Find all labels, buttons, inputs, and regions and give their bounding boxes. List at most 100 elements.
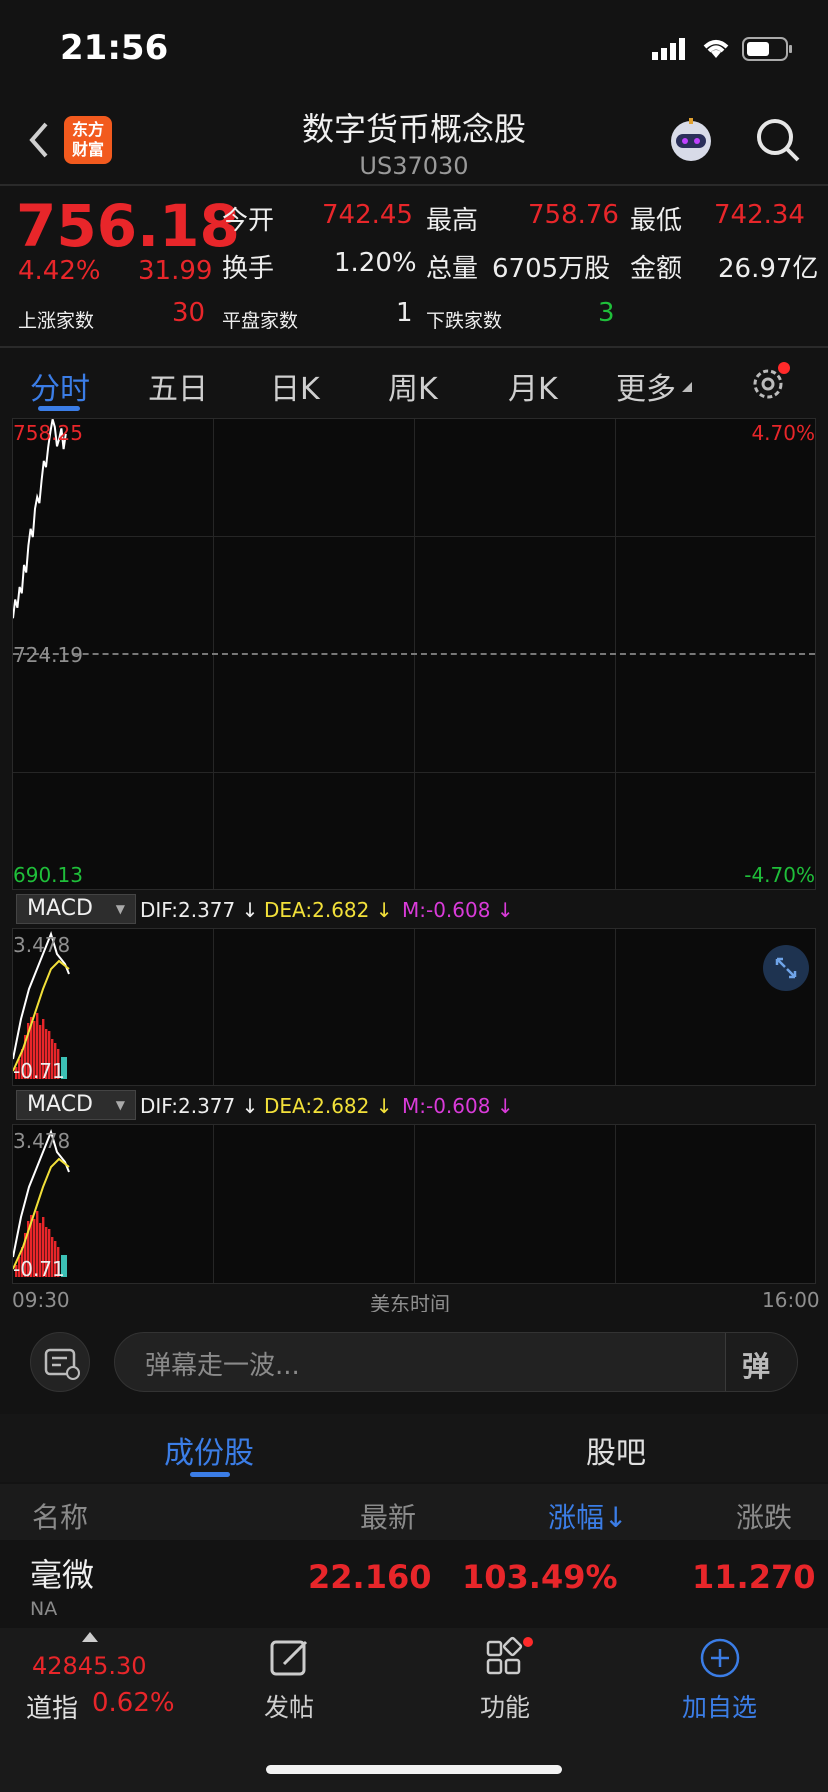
- index-value[interactable]: 42845.30: [32, 1652, 147, 1680]
- y-axis-max-label: 758.25: [13, 421, 83, 445]
- tab-intraday[interactable]: 分时: [30, 364, 90, 408]
- stock-name: 毫微: [30, 1556, 95, 1594]
- divider: [0, 346, 828, 348]
- table-row[interactable]: 毫微 NA 22.160 103.49% 11.270: [0, 1542, 828, 1626]
- amount-label: 金额: [630, 254, 683, 284]
- macd-plot-1: [13, 930, 70, 1079]
- status-time: 21:56: [60, 28, 169, 68]
- tab-forum[interactable]: 股吧: [586, 1428, 646, 1472]
- section-tab-indicator: [190, 1472, 230, 1477]
- col-name[interactable]: 名称: [32, 1496, 88, 1536]
- open-value: 742.45: [322, 200, 413, 230]
- macd-dea-label: DEA:2.682 ↓: [264, 898, 393, 922]
- tab-day-k[interactable]: 日K: [270, 364, 320, 408]
- y-axis-ref-label: 724.19: [13, 643, 83, 667]
- caret-icon: [682, 382, 692, 392]
- macd-dif-label: DIF:2.377 ↓: [140, 898, 259, 922]
- stock-change-pct: 103.49%: [462, 1558, 618, 1596]
- caret-up-icon[interactable]: [82, 1632, 98, 1642]
- section-tabs: 成份股 股吧: [0, 1414, 828, 1482]
- stock-code: NA: [30, 1598, 58, 1620]
- macd-chart-1[interactable]: 3.478 -0.71: [12, 928, 816, 1086]
- macd-max-label: 3.478: [13, 933, 71, 957]
- col-change-pct[interactable]: 涨幅↓: [548, 1496, 627, 1536]
- macd-select-1[interactable]: MACD ▼: [16, 894, 136, 924]
- stock-latest: 22.160: [308, 1558, 432, 1596]
- add-watchlist-button[interactable]: 加自选: [674, 1636, 764, 1726]
- turnover-label: 换手: [222, 254, 275, 284]
- last-price: 756.18: [16, 192, 240, 260]
- macd-chart-2[interactable]: 3.478 -0.71: [12, 1124, 816, 1284]
- tab-month-k[interactable]: 月K: [508, 364, 558, 408]
- tab-week-k[interactable]: 周K: [388, 364, 438, 408]
- quote-panel: 756.18 4.42% 31.99 今开 742.45 最高 758.76 最…: [0, 186, 828, 346]
- x-axis-end-label: 16:00: [762, 1288, 820, 1312]
- settings-gear-icon[interactable]: [750, 362, 790, 402]
- search-icon[interactable]: [754, 116, 802, 164]
- turnover-value: 1.20%: [334, 248, 417, 278]
- high-label: 最高: [426, 206, 479, 236]
- down-count: 3: [598, 298, 615, 328]
- intraday-chart[interactable]: 758.25 724.19 690.13 4.70% -4.70%: [12, 418, 816, 890]
- robot-assistant-icon[interactable]: [666, 116, 716, 166]
- expand-button[interactable]: [763, 945, 809, 991]
- tab-more[interactable]: 更多: [616, 364, 676, 408]
- macd-m-label: M:-0.608 ↓: [402, 898, 514, 922]
- tab-five-day[interactable]: 五日: [148, 364, 208, 408]
- macd-m-label: M:-0.608 ↓: [402, 1094, 514, 1118]
- macd-select-2[interactable]: MACD ▼: [16, 1090, 136, 1120]
- macd-header-2: MACD ▼ DIF:2.377 ↓ DEA:2.682 ↓ M:-0.608 ↓: [16, 1090, 516, 1120]
- macd-min-label: -0.71: [13, 1059, 65, 1083]
- macd-min-label: -0.71: [13, 1257, 65, 1281]
- col-change[interactable]: 涨跌: [736, 1496, 806, 1536]
- status-bar: 21:56: [0, 0, 828, 100]
- wifi-icon: [703, 40, 729, 58]
- high-value: 758.76: [528, 200, 619, 230]
- low-label: 最低: [630, 206, 683, 236]
- index-name[interactable]: 道指: [26, 1688, 78, 1725]
- battery-icon: [742, 37, 792, 61]
- add-watchlist-label: 加自选: [682, 1693, 758, 1722]
- tab-constituents[interactable]: 成份股: [164, 1428, 254, 1472]
- home-indicator[interactable]: [266, 1765, 562, 1774]
- y-axis-min-label: 690.13: [13, 863, 83, 887]
- danmu-list-icon: [44, 1348, 80, 1380]
- index-pct[interactable]: 0.62%: [92, 1688, 175, 1718]
- volume-label: 总量: [426, 254, 479, 284]
- functions-label: 功能: [480, 1693, 531, 1722]
- macd-max-label: 3.478: [13, 1129, 71, 1153]
- change-value: 31.99: [138, 256, 213, 286]
- up-count: 30: [172, 298, 206, 328]
- low-value: 742.34: [714, 200, 805, 230]
- post-button[interactable]: 发帖: [250, 1636, 330, 1726]
- flat-count: 1: [396, 298, 413, 328]
- danmu-toggle-button[interactable]: 弹: [725, 1333, 797, 1391]
- grid-apps-icon: [486, 1636, 533, 1675]
- table-header: 名称 最新 涨幅↓ 涨跌: [0, 1484, 828, 1540]
- danmu-input[interactable]: 弹幕走一波... 弹: [114, 1332, 798, 1392]
- up-count-label: 上涨家数: [18, 310, 95, 332]
- header: 东方 财富 数字货币概念股 US37030: [0, 100, 828, 184]
- x-axis-start-label: 09:30: [12, 1288, 70, 1312]
- expand-icon: [775, 957, 797, 979]
- flat-count-label: 平盘家数: [222, 310, 299, 332]
- price-series-line: [13, 419, 67, 619]
- stock-change: 11.270: [692, 1558, 816, 1596]
- col-latest[interactable]: 最新: [360, 1496, 416, 1536]
- post-label: 发帖: [264, 1693, 315, 1722]
- macd-header-1: MACD ▼ DIF:2.377 ↓ DEA:2.682 ↓ M:-0.608 ↓: [16, 894, 516, 924]
- open-label: 今开: [222, 206, 275, 236]
- intraday-price-line: [13, 419, 67, 619]
- macd-dif-label: DIF:2.377 ↓: [140, 1094, 259, 1118]
- macd-dea-label: DEA:2.682 ↓: [264, 1094, 393, 1118]
- y-axis-max-pct-label: 4.70%: [751, 421, 815, 445]
- change-pct: 4.42%: [18, 256, 101, 286]
- functions-button[interactable]: 功能: [466, 1636, 546, 1726]
- macd-plot-2: [13, 1128, 70, 1277]
- danmu-placeholder: 弹幕走一波...: [145, 1351, 300, 1381]
- add-circle-icon: [700, 1638, 740, 1678]
- down-count-label: 下跌家数: [426, 310, 503, 332]
- danmu-list-button[interactable]: [30, 1332, 90, 1392]
- signal-icon: [652, 38, 685, 60]
- period-tabs: 分时 五日 日K 周K 月K 更多: [0, 350, 828, 416]
